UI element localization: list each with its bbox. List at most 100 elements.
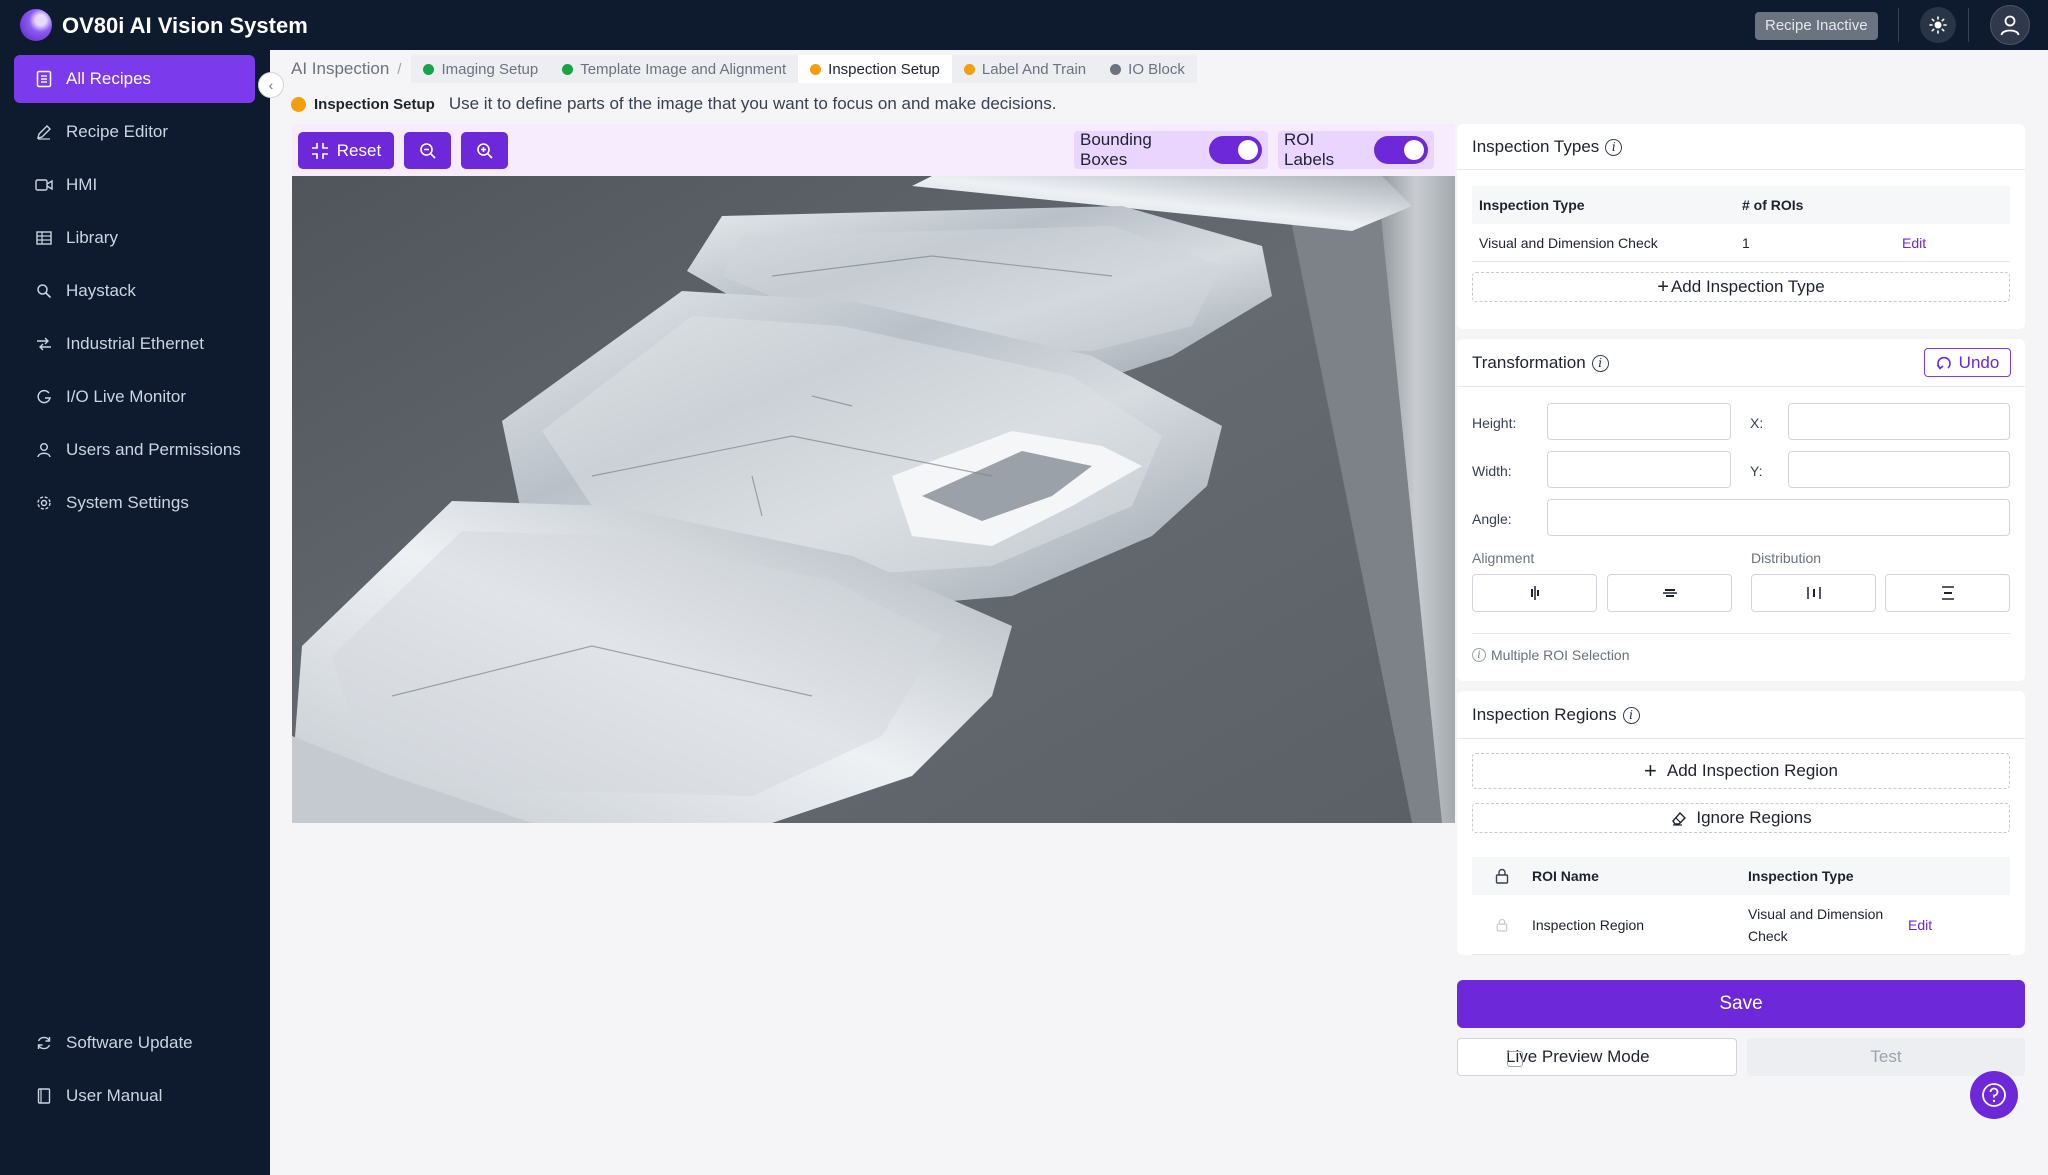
sidebar-item-label: Users and Permissions: [66, 440, 241, 459]
checkbox[interactable]: [1507, 1051, 1523, 1067]
divider: [1472, 633, 2010, 634]
bounding-boxes-toggle[interactable]: Bounding Boxes: [1074, 130, 1268, 169]
lock-icon[interactable]: [1472, 918, 1532, 932]
page-subtitle: Inspection Setup Use it to define parts …: [291, 94, 1056, 114]
status-dot: [810, 63, 822, 75]
inspection-regions-table: ROI Name Inspection Type Inspection Regi…: [1472, 857, 2010, 955]
align-horizontal-center-button[interactable]: [1472, 574, 1597, 612]
breadcrumb-root[interactable]: AI Inspection: [291, 59, 389, 79]
sidebar: All Recipes Recipe Editor HMI Library Ha…: [0, 50, 270, 1175]
angle-label: Angle:: [1472, 511, 1512, 527]
height-label: Height:: [1472, 415, 1517, 431]
distribute-horizontal-button[interactable]: [1751, 574, 1876, 612]
lock-all-icon[interactable]: [1472, 868, 1532, 884]
y-field[interactable]: [1788, 451, 2010, 488]
step-label: Label And Train: [981, 60, 1087, 78]
theme-toggle-button[interactable]: [1920, 7, 1956, 43]
table-header: ROI Name Inspection Type: [1472, 857, 2010, 895]
inspection-type-cell: Visual and Dimension Check: [1748, 905, 1884, 944]
x-field[interactable]: [1788, 403, 2010, 440]
align-vertical-center-button[interactable]: [1607, 574, 1732, 612]
sidebar-item-label: HMI: [66, 175, 98, 194]
sidebar-item-system-settings[interactable]: System Settings: [14, 479, 255, 527]
page-description: Use it to define parts of the image that…: [448, 94, 1057, 113]
sidebar-item-user-manual[interactable]: User Manual: [14, 1072, 255, 1120]
live-preview-mode-checkbox[interactable]: Live Preview Mode: [1457, 1038, 1737, 1076]
distribution-label: Distribution: [1751, 550, 1822, 566]
save-button[interactable]: Save: [1457, 980, 2025, 1028]
add-inspection-region-button[interactable]: + Add Inspection Region: [1472, 753, 2010, 789]
product-image: [292, 176, 1455, 823]
align-horizontal-center-icon: [1530, 586, 1539, 600]
inspection-type-cell: Visual and Dimension Check: [1479, 234, 1658, 251]
sidebar-item-label: Haystack: [66, 281, 136, 300]
roi-labels-toggle[interactable]: ROI Labels: [1278, 130, 1434, 169]
align-vertical-center-icon: [1662, 589, 1677, 597]
inspection-image-canvas[interactable]: [292, 176, 1455, 823]
zoom-out-button[interactable]: [404, 132, 451, 169]
test-button[interactable]: Test: [1747, 1038, 2025, 1076]
checkbox-label: Live Preview Mode: [1506, 1047, 1650, 1066]
book-icon: [34, 1086, 54, 1106]
panel-title: Transformation: [1472, 353, 1586, 372]
sidebar-item-hmi[interactable]: HMI: [14, 161, 255, 209]
user-menu-button[interactable]: [1990, 5, 2030, 45]
distribute-vertical-icon: [1941, 586, 1954, 600]
pencil-icon: [34, 122, 54, 142]
undo-button[interactable]: Undo: [1924, 348, 2011, 377]
width-field[interactable]: [1547, 451, 1731, 488]
panel-title: Inspection Types: [1472, 137, 1600, 156]
hint-text: Multiple ROI Selection: [1491, 647, 1630, 663]
step-io-block[interactable]: IO Block: [1098, 55, 1197, 83]
table-header: Inspection Type # of ROIs: [1472, 186, 2010, 224]
step-inspection-setup[interactable]: Inspection Setup: [798, 55, 952, 83]
sidebar-item-label: All Recipes: [66, 69, 152, 88]
edit-link[interactable]: Edit: [1902, 235, 1926, 251]
height-field[interactable]: [1547, 403, 1731, 440]
y-label: Y:: [1750, 463, 1763, 479]
breadcrumb: AI Inspection / Imaging Setup Template I…: [291, 55, 1197, 83]
search-icon: [34, 281, 54, 301]
step-label-and-train[interactable]: Label And Train: [951, 55, 1099, 83]
angle-field[interactable]: [1547, 499, 2010, 536]
sidebar-item-label: Software Update: [66, 1033, 193, 1052]
sidebar-item-software-update[interactable]: Software Update: [14, 1019, 255, 1067]
inspection-regions-panel: Inspection Regions i + Add Inspection Re…: [1457, 691, 2025, 955]
info-icon[interactable]: i: [1622, 706, 1640, 724]
inspection-types-title: Inspection Types i: [1472, 137, 1623, 157]
step-template-image-alignment[interactable]: Template Image and Alignment: [550, 55, 799, 83]
alignment-label: Alignment: [1472, 550, 1535, 566]
toggle-switch[interactable]: [1374, 136, 1428, 164]
distribute-vertical-button[interactable]: [1885, 574, 2010, 612]
add-inspection-type-button[interactable]: + Add Inspection Type: [1472, 272, 2010, 302]
sidebar-collapse-button[interactable]: ‹: [258, 72, 284, 98]
info-icon[interactable]: i: [1605, 138, 1623, 156]
sidebar-item-industrial-ethernet[interactable]: Industrial Ethernet: [14, 320, 255, 368]
info-icon[interactable]: i: [1591, 354, 1609, 372]
step-imaging-setup[interactable]: Imaging Setup: [411, 55, 551, 83]
toggle-switch[interactable]: [1208, 136, 1262, 164]
reset-button[interactable]: Reset: [298, 132, 394, 169]
video-icon: [34, 175, 54, 195]
help-button[interactable]: [1970, 1071, 2018, 1119]
sidebar-item-library[interactable]: Library: [14, 214, 255, 262]
inspection-types-panel: Inspection Types i Inspection Type # of …: [1457, 124, 2025, 329]
recipe-status-badge: Recipe Inactive: [1755, 12, 1878, 40]
edit-link[interactable]: Edit: [1908, 917, 1932, 933]
toggle-label: ROI Labels: [1284, 130, 1335, 169]
toggle-label: Bounding Boxes: [1080, 130, 1152, 169]
zoom-in-button[interactable]: [461, 132, 508, 169]
sidebar-item-io-live-monitor[interactable]: I/O Live Monitor: [14, 373, 255, 421]
sidebar-item-label: I/O Live Monitor: [66, 387, 186, 406]
sidebar-item-recipe-editor[interactable]: Recipe Editor: [14, 108, 255, 156]
step-label: IO Block: [1128, 60, 1185, 78]
sidebar-item-haystack[interactable]: Haystack: [14, 267, 255, 315]
multiple-roi-hint: i Multiple ROI Selection: [1472, 647, 1630, 663]
column-header: Inspection Type: [1479, 197, 1585, 213]
sidebar-item-all-recipes[interactable]: All Recipes: [14, 55, 255, 103]
plus-icon: +: [1657, 275, 1669, 298]
sidebar-item-users-and-permissions[interactable]: Users and Permissions: [14, 426, 255, 474]
ignore-regions-button[interactable]: Ignore Regions: [1472, 803, 2010, 833]
eraser-icon: [1672, 811, 1687, 826]
step-label: Inspection Setup: [828, 60, 940, 78]
